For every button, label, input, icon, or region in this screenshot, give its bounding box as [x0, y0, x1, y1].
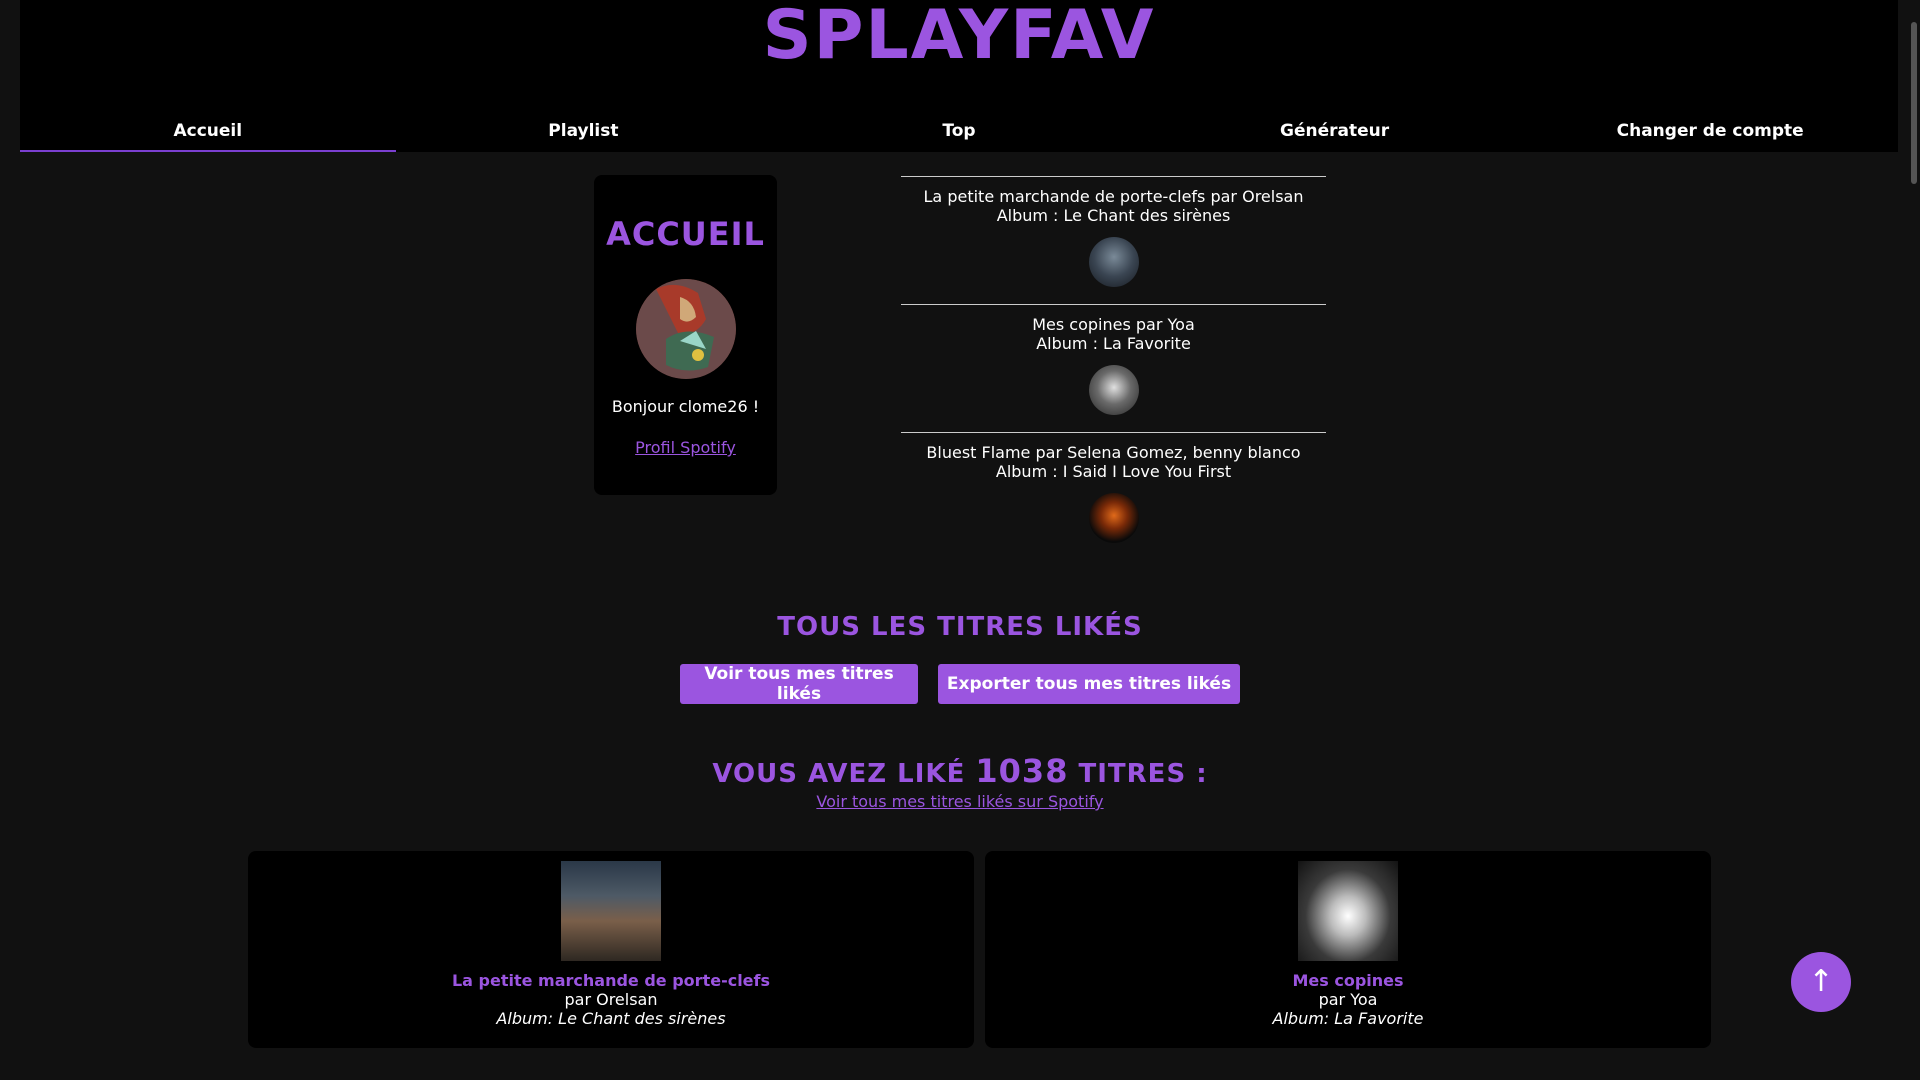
recent-track-album: Album : La Favorite [1036, 334, 1191, 353]
spotify-liked-link[interactable]: Voir tous mes titres likés sur Spotify [816, 792, 1103, 811]
track-artist: par Orelsan [564, 990, 658, 1009]
recent-track-title: Mes copines par Yoa [1032, 315, 1195, 334]
spotify-liked-link-row: Voir tous mes titres likés sur Spotify [0, 792, 1920, 811]
avatar [635, 279, 736, 379]
page-scrollbar[interactable] [1906, 0, 1920, 1080]
view-liked-button[interactable]: Voir tous mes titres likés [680, 664, 918, 704]
tab-generateur[interactable]: Générateur [1147, 112, 1523, 152]
export-liked-button[interactable]: Exporter tous mes titres likés [938, 664, 1240, 704]
orelsan-album-cover [561, 861, 661, 961]
scroll-to-top-button[interactable]: ↑ [1791, 952, 1851, 1012]
tab-top[interactable]: Top [771, 112, 1147, 152]
recent-track-item[interactable]: La petite marchande de porte-clefs par O… [901, 176, 1326, 304]
recent-track-item[interactable]: Mes copines par Yoa Album : La Favorite [901, 304, 1326, 432]
tab-playlist[interactable]: Playlist [396, 112, 772, 152]
track-title: Mes copines [1292, 971, 1404, 990]
liked-count-suffix: TITRES : [1078, 759, 1208, 789]
page: SPLAYFAV Accueil Playlist Top Générateur… [0, 0, 1920, 1080]
orelsan-album-thumbnail [1088, 237, 1139, 287]
track-card[interactable]: La petite marchande de porte-clefs par O… [248, 851, 974, 1048]
avatar-image [635, 279, 736, 379]
header: SPLAYFAV Accueil Playlist Top Générateur… [20, 0, 1898, 152]
track-album: Album: La Favorite [1272, 1009, 1424, 1028]
spotify-profile-link[interactable]: Profil Spotify [635, 438, 736, 457]
profile-card: ACCUEIL Bonjour clome26 ! Profil Spotify [594, 175, 777, 495]
liked-actions: Voir tous mes titres likés Exporter tous… [0, 664, 1920, 704]
yoa-album-cover [1298, 861, 1398, 961]
track-title: La petite marchande de porte-clefs [451, 971, 771, 990]
main-nav: Accueil Playlist Top Générateur Changer … [20, 112, 1898, 152]
recent-track-item[interactable]: Bluest Flame par Selena Gomez, benny bla… [901, 432, 1326, 560]
yoa-album-thumbnail [1088, 365, 1139, 415]
recent-track-title: Bluest Flame par Selena Gomez, benny bla… [926, 443, 1301, 462]
track-card[interactable]: Mes copines par Yoa Album: La Favorite [985, 851, 1711, 1048]
greeting-text: Bonjour clome26 ! [611, 397, 760, 416]
tab-changer-de-compte[interactable]: Changer de compte [1522, 112, 1898, 152]
scrollbar-thumb[interactable] [1911, 22, 1917, 184]
recent-track-album: Album : I Said I Love You First [995, 462, 1232, 481]
tab-accueil[interactable]: Accueil [20, 112, 396, 152]
liked-count-heading: VOUS AVEZ LIKÉ 1038 TITRES : [0, 752, 1920, 790]
liked-tracks-heading: TOUS LES TITRES LIKÉS [777, 612, 1143, 642]
recent-track-album: Album : Le Chant des sirènes [996, 206, 1231, 225]
app-title: SPLAYFAV [762, 0, 1156, 75]
track-album: Album: Le Chant des sirènes [496, 1009, 726, 1028]
arrow-up-icon: ↑ [1808, 964, 1834, 999]
track-artist: par Yoa [1318, 990, 1378, 1009]
liked-count-prefix: VOUS AVEZ LIKÉ [712, 759, 966, 789]
selena-album-thumbnail [1088, 493, 1139, 543]
recent-tracks-list: La petite marchande de porte-clefs par O… [901, 176, 1326, 560]
recent-track-title: La petite marchande de porte-clefs par O… [923, 187, 1304, 206]
profile-title: ACCUEIL [606, 215, 765, 253]
liked-count-number: 1038 [975, 752, 1069, 790]
